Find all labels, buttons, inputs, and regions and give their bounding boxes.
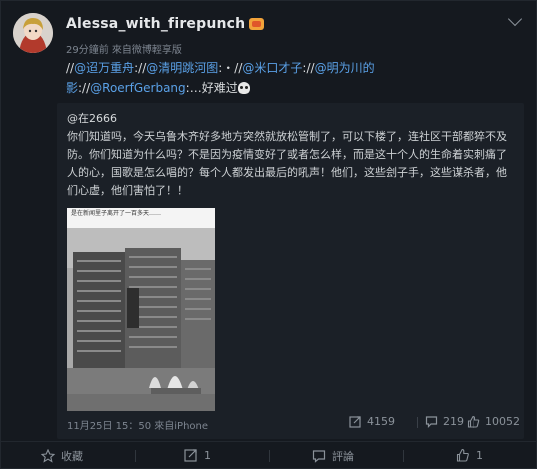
action-bar: 收藏 1 評論 1: [1, 441, 536, 469]
quoted-comment-count[interactable]: 219: [425, 415, 464, 428]
mention-link[interactable]: @RoerfGerbang: [90, 81, 186, 95]
quoted-like-count[interactable]: 10052: [467, 415, 520, 428]
star-icon: [41, 449, 55, 463]
chevron-down-icon[interactable]: [507, 11, 523, 27]
like-count: 10052: [485, 415, 520, 428]
repost-sep: ://: [134, 61, 147, 75]
repost-button[interactable]: 1: [184, 448, 211, 462]
username-text[interactable]: Alessa_with_firepunch: [66, 16, 245, 32]
comment-count: 219: [443, 415, 464, 428]
favorite-button[interactable]: 收藏: [41, 448, 83, 464]
repost-sep: //: [66, 61, 75, 75]
repost-count: 1: [204, 448, 211, 462]
quoted-author[interactable]: @在2666: [67, 110, 117, 126]
repost-sep: :…好难过: [185, 81, 238, 95]
image-caption: 是在新闻里子离开了一百多天……: [67, 208, 215, 228]
action-divider: [269, 450, 270, 462]
comment-label: 評論: [332, 450, 354, 463]
comment-button[interactable]: 評論: [312, 448, 354, 464]
like-count: 1: [476, 448, 483, 462]
weibo-post-card: Alessa_with_firepunch 29分鐘前 來自微博輕享版 //@迢…: [0, 0, 537, 469]
post-meta: 29分鐘前 來自微博輕享版: [66, 45, 182, 56]
repost-icon: [184, 449, 197, 462]
quoted-post[interactable]: @在2666 你们知道吗，今天乌鲁木齐好多地方突然就放松管制了，可以下楼了，连社…: [57, 103, 524, 439]
quoted-timestamp[interactable]: 11月25日 15：50 來自iPhone: [67, 417, 208, 432]
vip-badge-icon: [249, 18, 265, 30]
favorite-label: 收藏: [61, 450, 83, 463]
quoted-repost-count[interactable]: 4159: [349, 415, 395, 428]
thumbs-up-icon: [456, 448, 469, 462]
repost-icon: [349, 416, 361, 428]
comment-icon: [312, 450, 326, 463]
mention-link[interactable]: @米口才子: [242, 61, 302, 75]
quoted-body: 你们知道吗，今天乌鲁木齐好多地方突然就放松管制了，可以下楼了，连社区干部都猝不及…: [67, 130, 507, 197]
repost-count: 4159: [367, 415, 395, 428]
repost-sep: :・//: [218, 61, 243, 75]
like-button[interactable]: 1: [456, 448, 483, 462]
action-divider: [135, 450, 136, 462]
repost-sep: ://: [302, 61, 315, 75]
repost-sep: ://: [78, 81, 91, 95]
thumbs-up-icon: [467, 415, 480, 428]
comment-icon: [425, 416, 438, 428]
action-divider: [403, 450, 404, 462]
mention-link[interactable]: @迢万重舟: [74, 61, 134, 75]
mention-link[interactable]: @清明跳河图: [146, 61, 218, 75]
stat-divider: [417, 417, 418, 428]
username[interactable]: Alessa_with_firepunch: [66, 16, 265, 32]
post-image[interactable]: 是在新闻里子离开了一百多天……: [67, 208, 215, 411]
avatar[interactable]: [13, 13, 53, 53]
skull-emoji-icon: [237, 82, 250, 94]
repost-text: //@迢万重舟://@清明跳河图:・//@米口才子://@明为川的影://@Ro…: [66, 58, 506, 98]
